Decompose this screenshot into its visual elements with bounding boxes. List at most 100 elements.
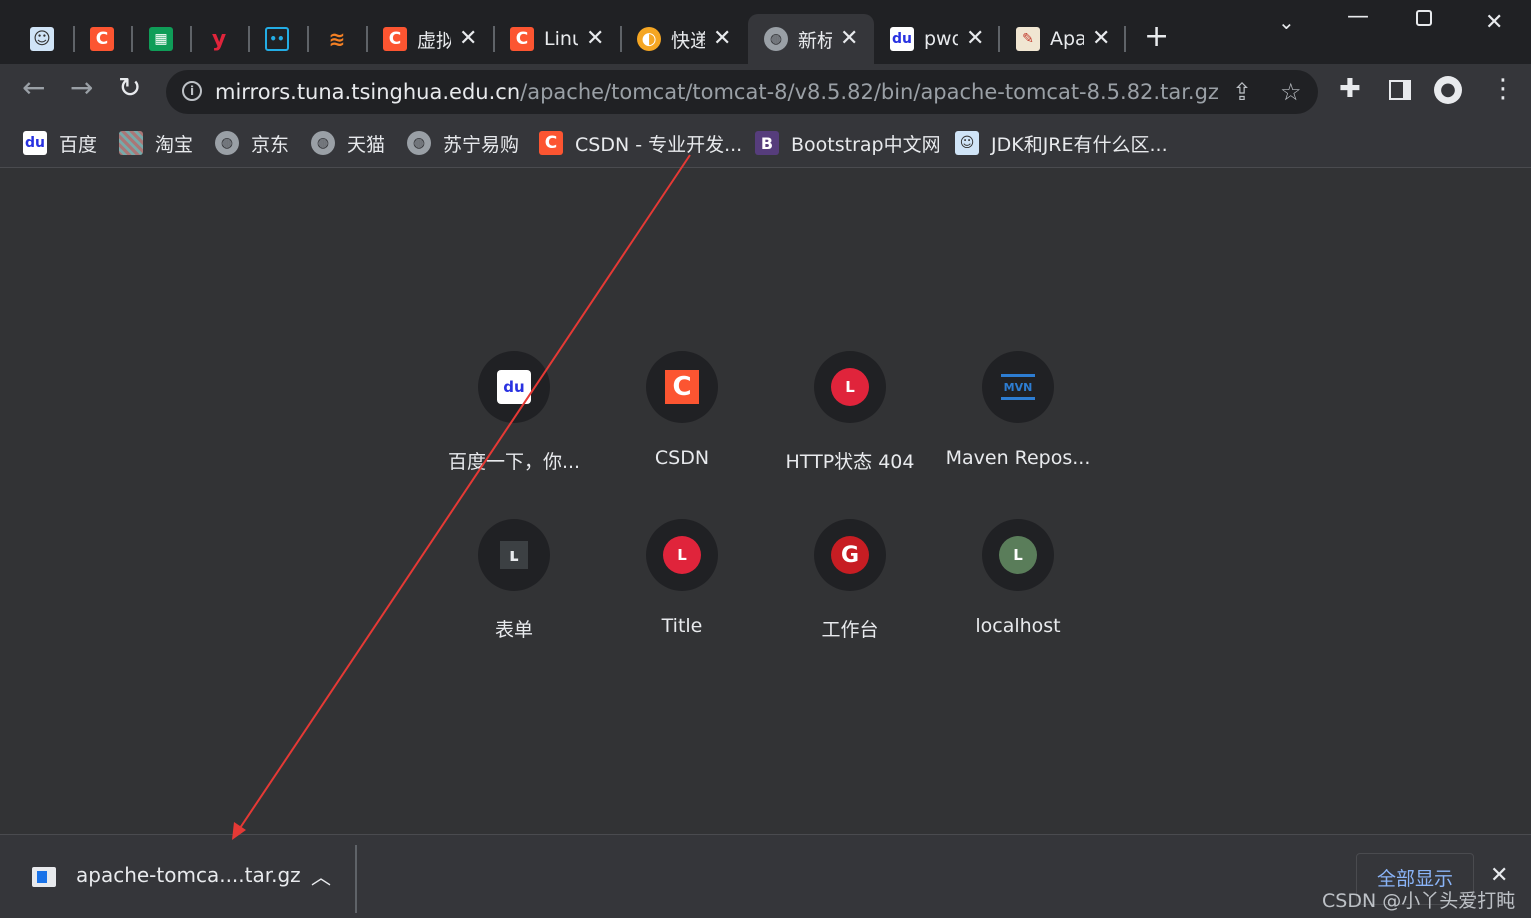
csdn-icon: C <box>510 27 534 51</box>
tab-11[interactable]: du pwd ✕ <box>890 14 984 64</box>
csdn-icon: C <box>665 370 699 404</box>
shortcut-icon-circle: ʟ <box>478 519 550 591</box>
reload-icon[interactable]: ↻ <box>118 74 141 102</box>
shortcut-http-404[interactable]: L HTTP状态 404 <box>766 351 934 511</box>
bookmark-tmall[interactable]: ◍ 天猫 <box>311 128 385 158</box>
bookmark-jdk-jre[interactable]: ☺ JDK和JRE有什么区... <box>955 128 1168 158</box>
shortcut-csdn[interactable]: C CSDN <box>598 351 766 511</box>
bookmark-label: 天猫 <box>347 133 386 156</box>
shortcut-icon-circle: du <box>478 351 550 423</box>
close-window-icon[interactable]: ✕ <box>1485 10 1503 35</box>
close-icon[interactable]: ✕ <box>713 28 731 50</box>
tab-active[interactable]: ◍ 新标 ✕ <box>748 14 874 64</box>
tab-7[interactable]: C 虚拟 ✕ <box>383 14 477 64</box>
shortcut-icon-circle: L <box>646 519 718 591</box>
tab-9[interactable]: ◐ 快递 ✕ <box>637 14 731 64</box>
shortcut-icon-circle: G <box>814 519 886 591</box>
url-path: /apache/tomcat/tomcat-8/v8.5.82/bin/apac… <box>520 80 1219 104</box>
tab-title: pwd <box>924 28 958 50</box>
baidu-icon: du <box>497 370 531 404</box>
close-icon[interactable]: ✕ <box>586 28 604 50</box>
url-text[interactable]: mirrors.tuna.tsinghua.edu.cn/apache/tomc… <box>215 80 1219 104</box>
baidu-icon: du <box>890 27 914 51</box>
extensions-icon[interactable]: ✚ <box>1339 76 1361 102</box>
tab-separator <box>1124 26 1126 52</box>
back-icon[interactable]: ← <box>22 74 45 102</box>
shortcut-title[interactable]: L Title <box>598 519 766 679</box>
bilibili-icon: •• <box>265 27 289 51</box>
bookmark-label: Bootstrap中文网 <box>791 133 941 156</box>
tab-separator <box>998 26 1000 52</box>
chevron-up-icon[interactable]: ︿ <box>311 861 331 890</box>
tab-5[interactable]: •• <box>265 14 289 64</box>
divider <box>355 845 357 913</box>
address-bar[interactable]: i mirrors.tuna.tsinghua.edu.cn/apache/to… <box>166 70 1318 114</box>
avatar-icon: ☺ <box>955 131 979 155</box>
share-icon[interactable]: ⇪ <box>1232 78 1252 106</box>
menu-icon[interactable]: ⋮ <box>1490 76 1516 102</box>
shortcut-label: 工作台 <box>821 619 879 641</box>
tab-6[interactable]: ≋ <box>325 14 349 64</box>
profile-icon[interactable]: ● <box>1434 76 1462 104</box>
download-filename[interactable]: apache-tomca....tar.gz <box>76 863 301 887</box>
bookmark-label: CSDN - 专业开发... <box>575 133 743 156</box>
shortcut-icon-circle: C <box>646 351 718 423</box>
tab-search-icon[interactable]: ⌄ <box>1278 10 1295 34</box>
csdn-icon: C <box>90 27 114 51</box>
forward-icon[interactable]: → <box>70 74 93 102</box>
csdn-icon: C <box>539 131 563 155</box>
bookmark-jd[interactable]: ◍ 京东 <box>215 128 289 158</box>
tab-3[interactable]: ▦ <box>149 14 173 64</box>
form-icon: ʟ <box>500 541 528 569</box>
baidu-icon: du <box>23 131 47 155</box>
maven-icon: MVN <box>1001 374 1035 400</box>
tab-separator <box>307 26 309 52</box>
side-panel-icon[interactable] <box>1389 80 1411 100</box>
shortcut-label: 表单 <box>494 619 533 641</box>
tab-8[interactable]: C Linu ✕ <box>510 14 604 64</box>
shortcut-label: HTTP状态 404 <box>785 451 915 473</box>
close-icon[interactable]: ✕ <box>840 28 858 50</box>
shortcut-form[interactable]: ʟ 表单 <box>430 519 598 679</box>
shortcut-workbench[interactable]: G 工作台 <box>766 519 934 679</box>
close-icon[interactable]: ✕ <box>966 28 984 50</box>
shortcut-label: Maven Repos... <box>945 447 1091 469</box>
shortcut-icon-circle: MVN <box>982 351 1054 423</box>
tab-title: Linu <box>544 28 578 50</box>
globe-icon: ◍ <box>407 131 431 155</box>
letter-l-icon: L <box>831 368 869 406</box>
bookmark-csdn[interactable]: C CSDN - 专业开发... <box>539 128 742 158</box>
bookmark-star-icon[interactable]: ☆ <box>1280 78 1302 106</box>
tab-title: 快递 <box>671 29 705 52</box>
tab-1[interactable]: ☺ <box>30 14 54 64</box>
tab-title: 新标 <box>798 29 832 52</box>
site-info-icon[interactable]: i <box>182 81 202 101</box>
bookmark-baidu[interactable]: du 百度 <box>23 128 97 158</box>
minimize-icon[interactable]: — <box>1347 4 1369 29</box>
shortcut-localhost[interactable]: L localhost <box>934 519 1102 679</box>
csdn-icon: C <box>383 27 407 51</box>
new-tab-button[interactable]: + <box>1144 22 1169 52</box>
tab-4[interactable]: y <box>207 14 231 64</box>
browser-toolbar: ← → ↻ i mirrors.tuna.tsinghua.edu.cn/apa… <box>0 64 1531 120</box>
tab-separator <box>190 26 192 52</box>
bookmark-taobao[interactable]: 淘宝 <box>119 128 193 158</box>
shortcut-maven[interactable]: MVN Maven Repos... <box>934 351 1102 511</box>
shortcut-icon-circle: L <box>982 519 1054 591</box>
close-icon[interactable]: ✕ <box>1490 863 1508 888</box>
bookmark-bootstrap[interactable]: B Bootstrap中文网 <box>755 128 941 158</box>
shortcut-label: 百度一下，你... <box>447 451 581 473</box>
letter-l-icon: L <box>999 536 1037 574</box>
bookmark-suning[interactable]: ◍ 苏宁易购 <box>407 128 519 158</box>
kuaidi-icon: ◐ <box>637 27 661 51</box>
tab-12[interactable]: ✎ Apa ✕ <box>1016 14 1110 64</box>
tab-2[interactable]: C <box>90 14 114 64</box>
globe-icon: ◍ <box>311 131 335 155</box>
close-icon[interactable]: ✕ <box>459 28 477 50</box>
shortcut-baidu[interactable]: du 百度一下，你... <box>430 351 598 511</box>
tab-title: Apa <box>1050 28 1084 50</box>
maximize-icon[interactable] <box>1416 10 1432 26</box>
bookmark-label: 京东 <box>251 133 290 156</box>
tab-separator <box>248 26 250 52</box>
close-icon[interactable]: ✕ <box>1092 28 1110 50</box>
